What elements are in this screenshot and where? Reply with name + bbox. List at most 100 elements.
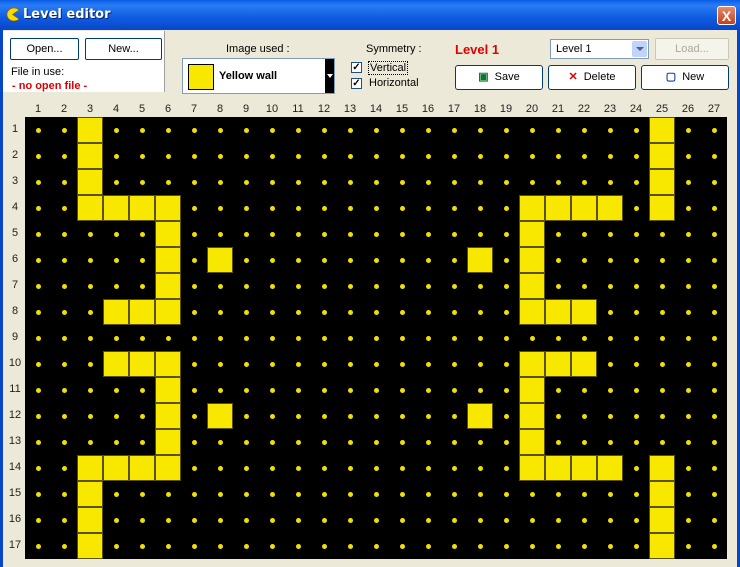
save-button[interactable]: ▣ Save	[455, 65, 543, 90]
pellet-cell[interactable]	[597, 273, 623, 299]
pellet-cell[interactable]	[597, 299, 623, 325]
pellet-cell[interactable]	[311, 195, 337, 221]
pellet-cell[interactable]	[675, 247, 701, 273]
pellet-cell[interactable]	[207, 299, 233, 325]
pellet-cell[interactable]	[415, 117, 441, 143]
pellet-cell[interactable]	[467, 507, 493, 533]
vertical-checkbox[interactable]: ✓	[351, 62, 362, 73]
pellet-cell[interactable]	[51, 247, 77, 273]
pellet-cell[interactable]	[233, 143, 259, 169]
pellet-cell[interactable]	[493, 221, 519, 247]
pellet-cell[interactable]	[233, 377, 259, 403]
pellet-cell[interactable]	[545, 221, 571, 247]
pellet-cell[interactable]	[545, 377, 571, 403]
pellet-cell[interactable]	[233, 299, 259, 325]
wall-cell[interactable]	[77, 117, 103, 143]
pellet-cell[interactable]	[623, 325, 649, 351]
pellet-cell[interactable]	[181, 377, 207, 403]
pellet-cell[interactable]	[181, 169, 207, 195]
pellet-cell[interactable]	[441, 221, 467, 247]
wall-cell[interactable]	[155, 455, 181, 481]
pellet-cell[interactable]	[467, 351, 493, 377]
pellet-cell[interactable]	[389, 273, 415, 299]
pellet-cell[interactable]	[389, 221, 415, 247]
pellet-cell[interactable]	[25, 481, 51, 507]
pellet-cell[interactable]	[25, 403, 51, 429]
pellet-cell[interactable]	[337, 351, 363, 377]
pellet-cell[interactable]	[363, 247, 389, 273]
wall-cell[interactable]	[649, 455, 675, 481]
pellet-cell[interactable]	[571, 325, 597, 351]
pellet-cell[interactable]	[701, 247, 727, 273]
pellet-cell[interactable]	[571, 169, 597, 195]
wall-cell[interactable]	[77, 455, 103, 481]
pellet-cell[interactable]	[337, 117, 363, 143]
pellet-cell[interactable]	[181, 325, 207, 351]
pellet-cell[interactable]	[623, 143, 649, 169]
pellet-cell[interactable]	[259, 481, 285, 507]
pellet-cell[interactable]	[337, 533, 363, 559]
pellet-cell[interactable]	[597, 221, 623, 247]
pellet-cell[interactable]	[207, 429, 233, 455]
pellet-cell[interactable]	[649, 221, 675, 247]
pellet-cell[interactable]	[337, 325, 363, 351]
pellet-cell[interactable]	[363, 403, 389, 429]
wall-cell[interactable]	[77, 507, 103, 533]
pellet-cell[interactable]	[389, 169, 415, 195]
pellet-cell[interactable]	[389, 351, 415, 377]
pellet-cell[interactable]	[25, 377, 51, 403]
pellet-cell[interactable]	[259, 195, 285, 221]
pellet-cell[interactable]	[545, 325, 571, 351]
pellet-cell[interactable]	[675, 117, 701, 143]
pellet-cell[interactable]	[441, 533, 467, 559]
pellet-cell[interactable]	[285, 377, 311, 403]
pellet-cell[interactable]	[363, 195, 389, 221]
pellet-cell[interactable]	[363, 429, 389, 455]
pellet-cell[interactable]	[467, 117, 493, 143]
wall-cell[interactable]	[129, 195, 155, 221]
pellet-cell[interactable]	[337, 481, 363, 507]
level-grid[interactable]	[25, 117, 727, 559]
pellet-cell[interactable]	[129, 481, 155, 507]
pellet-cell[interactable]	[51, 507, 77, 533]
pellet-cell[interactable]	[415, 273, 441, 299]
pellet-cell[interactable]	[493, 533, 519, 559]
pellet-cell[interactable]	[389, 247, 415, 273]
pellet-cell[interactable]	[259, 455, 285, 481]
wall-cell[interactable]	[649, 143, 675, 169]
pellet-cell[interactable]	[623, 533, 649, 559]
pellet-cell[interactable]	[51, 455, 77, 481]
pellet-cell[interactable]	[623, 429, 649, 455]
wall-cell[interactable]	[155, 377, 181, 403]
wall-cell[interactable]	[597, 195, 623, 221]
pellet-cell[interactable]	[337, 169, 363, 195]
pellet-cell[interactable]	[649, 273, 675, 299]
pellet-cell[interactable]	[77, 273, 103, 299]
pellet-cell[interactable]	[285, 351, 311, 377]
pellet-cell[interactable]	[259, 533, 285, 559]
pellet-cell[interactable]	[415, 377, 441, 403]
pellet-cell[interactable]	[181, 195, 207, 221]
pellet-cell[interactable]	[155, 507, 181, 533]
pellet-cell[interactable]	[233, 455, 259, 481]
pellet-cell[interactable]	[701, 221, 727, 247]
pellet-cell[interactable]	[701, 299, 727, 325]
pellet-cell[interactable]	[675, 195, 701, 221]
pellet-cell[interactable]	[597, 481, 623, 507]
pellet-cell[interactable]	[545, 429, 571, 455]
pellet-cell[interactable]	[233, 533, 259, 559]
pellet-cell[interactable]	[571, 481, 597, 507]
pellet-cell[interactable]	[389, 143, 415, 169]
pellet-cell[interactable]	[519, 325, 545, 351]
pellet-cell[interactable]	[571, 221, 597, 247]
wall-cell[interactable]	[155, 299, 181, 325]
wall-cell[interactable]	[103, 299, 129, 325]
pellet-cell[interactable]	[259, 221, 285, 247]
pellet-cell[interactable]	[389, 429, 415, 455]
pellet-cell[interactable]	[207, 195, 233, 221]
pellet-cell[interactable]	[207, 533, 233, 559]
pellet-cell[interactable]	[285, 429, 311, 455]
pellet-cell[interactable]	[285, 195, 311, 221]
pellet-cell[interactable]	[181, 117, 207, 143]
pellet-cell[interactable]	[25, 273, 51, 299]
